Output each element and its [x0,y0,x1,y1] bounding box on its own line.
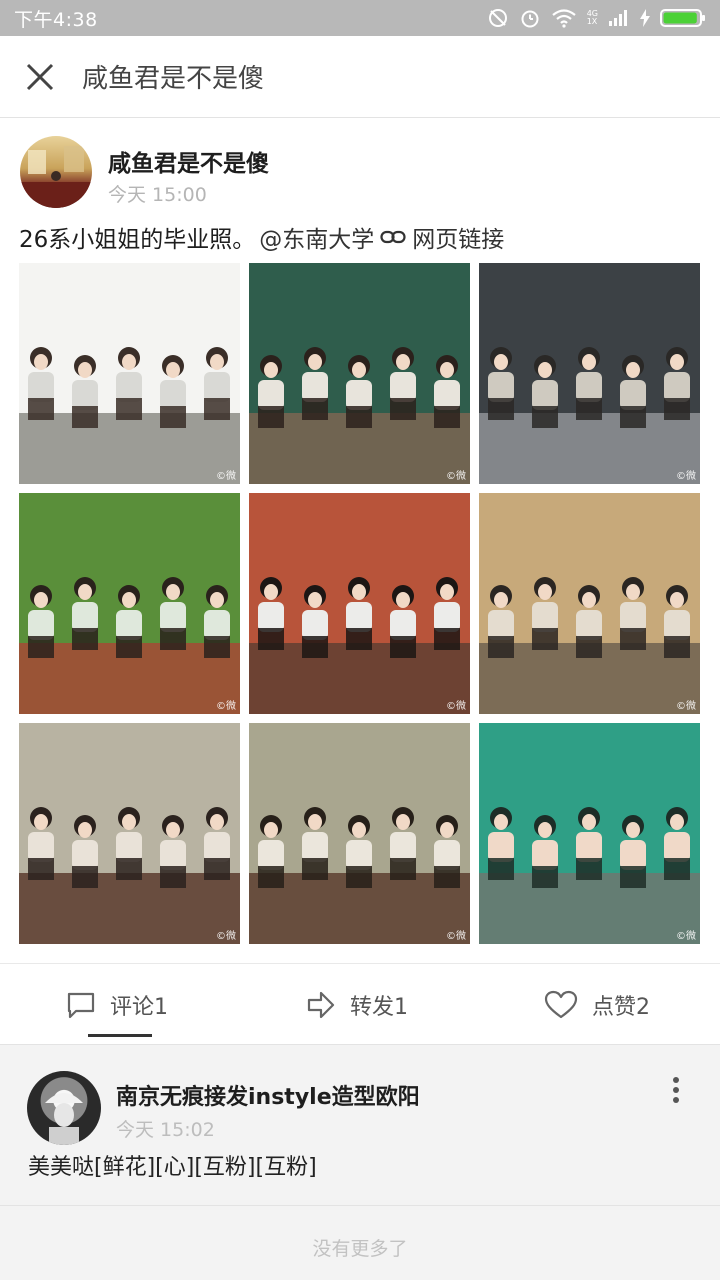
close-icon [26,63,54,90]
photo-image [479,263,700,484]
photo-watermark: ©微 [216,701,236,712]
photo-image [19,493,240,714]
photo-watermark: ©微 [216,931,236,942]
web-link[interactable]: 网页链接 [412,220,504,254]
photo-thumbnail[interactable]: ©微 [19,493,240,714]
heart-icon [544,990,578,1019]
comment-icon [67,992,95,1019]
close-button[interactable] [0,36,80,118]
post-header: 咸鱼君是不是傻 今天 15:00 [20,136,700,208]
photo-grid: ©微 ©微 ©微 ©微 ©微 ©微 ©微 ©微 ©微 [19,263,701,945]
photo-watermark: ©微 [676,931,696,942]
post-text: 26系小姐姐的毕业照。 @东南大学 网页链接 [19,220,504,254]
comment-item: 南京无痕接发instyle造型欧阳 今天 15:02 美美哒[鲜花][心][互粉… [0,1045,720,1206]
wifi-icon [551,8,577,28]
photo-thumbnail[interactable]: ©微 [249,723,470,944]
link-icon [380,229,406,245]
charging-icon [640,9,650,27]
status-bar: 下午4:38 4G 1X [0,0,720,36]
photo-watermark: ©微 [216,471,236,482]
photo-thumbnail[interactable]: ©微 [249,493,470,714]
photo-thumbnail[interactable]: ©微 [249,263,470,484]
action-bar: 评论1 转发1 点赞2 [0,963,720,1045]
photo-watermark: ©微 [676,701,696,712]
post-time: 今天 15:00 [108,184,207,206]
photo-watermark: ©微 [446,701,466,712]
photo-image [479,723,700,944]
repost-tab-label: 转发1 [350,995,408,1020]
battery-icon [660,8,706,28]
more-vertical-icon [673,1077,679,1103]
comment-tab-label: 评论1 [110,995,168,1020]
like-tab-label: 点赞2 [592,995,650,1020]
photo-thumbnail[interactable]: ©微 [19,723,240,944]
photo-watermark: ©微 [676,471,696,482]
repost-tab[interactable]: 转发1 [306,964,408,1046]
photo-thumbnail[interactable]: ©微 [479,493,700,714]
photo-image [249,723,470,944]
no-more-label: 没有更多了 [312,1238,408,1260]
photo-image [479,493,700,714]
status-icons: 4G 1X [487,7,706,29]
comment-area: 南京无痕接发instyle造型欧阳 今天 15:02 美美哒[鲜花][心][互粉… [0,1045,720,1280]
active-tab-indicator [88,1034,152,1037]
photo-thumbnail[interactable]: ©微 [19,263,240,484]
comment-time: 今天 15:02 [116,1119,215,1141]
comment-avatar[interactable] [27,1071,101,1145]
photo-image [19,723,240,944]
status-time: 下午4:38 [14,8,98,31]
alarm-icon [519,7,541,29]
network-type: 4G 1X [587,10,598,26]
photo-image [19,263,240,484]
mention-link[interactable]: @东南大学 [259,220,374,254]
signal-icon [608,9,630,27]
photo-image [249,263,470,484]
photo-thumbnail[interactable]: ©微 [479,263,700,484]
mute-icon [487,7,509,29]
repost-icon [307,991,335,1019]
comment-author[interactable]: 南京无痕接发instyle造型欧阳 [116,1079,420,1111]
author-name[interactable]: 咸鱼君是不是傻 [108,144,269,178]
avatar[interactable] [20,136,92,208]
title-bar: 咸鱼君是不是傻 [0,36,720,118]
photo-watermark: ©微 [446,471,466,482]
photo-image [249,493,470,714]
page-title: 咸鱼君是不是傻 [82,64,265,94]
comment-text: 美美哒[鲜花][心][互粉][互粉] [28,1155,317,1180]
photo-thumbnail[interactable]: ©微 [479,723,700,944]
more-options-button[interactable] [668,1075,684,1105]
like-tab[interactable]: 点赞2 [544,964,650,1046]
photo-watermark: ©微 [446,931,466,942]
network-bottom-label: 1X [586,17,598,26]
post-body: 26系小姐姐的毕业照。 [19,227,256,253]
